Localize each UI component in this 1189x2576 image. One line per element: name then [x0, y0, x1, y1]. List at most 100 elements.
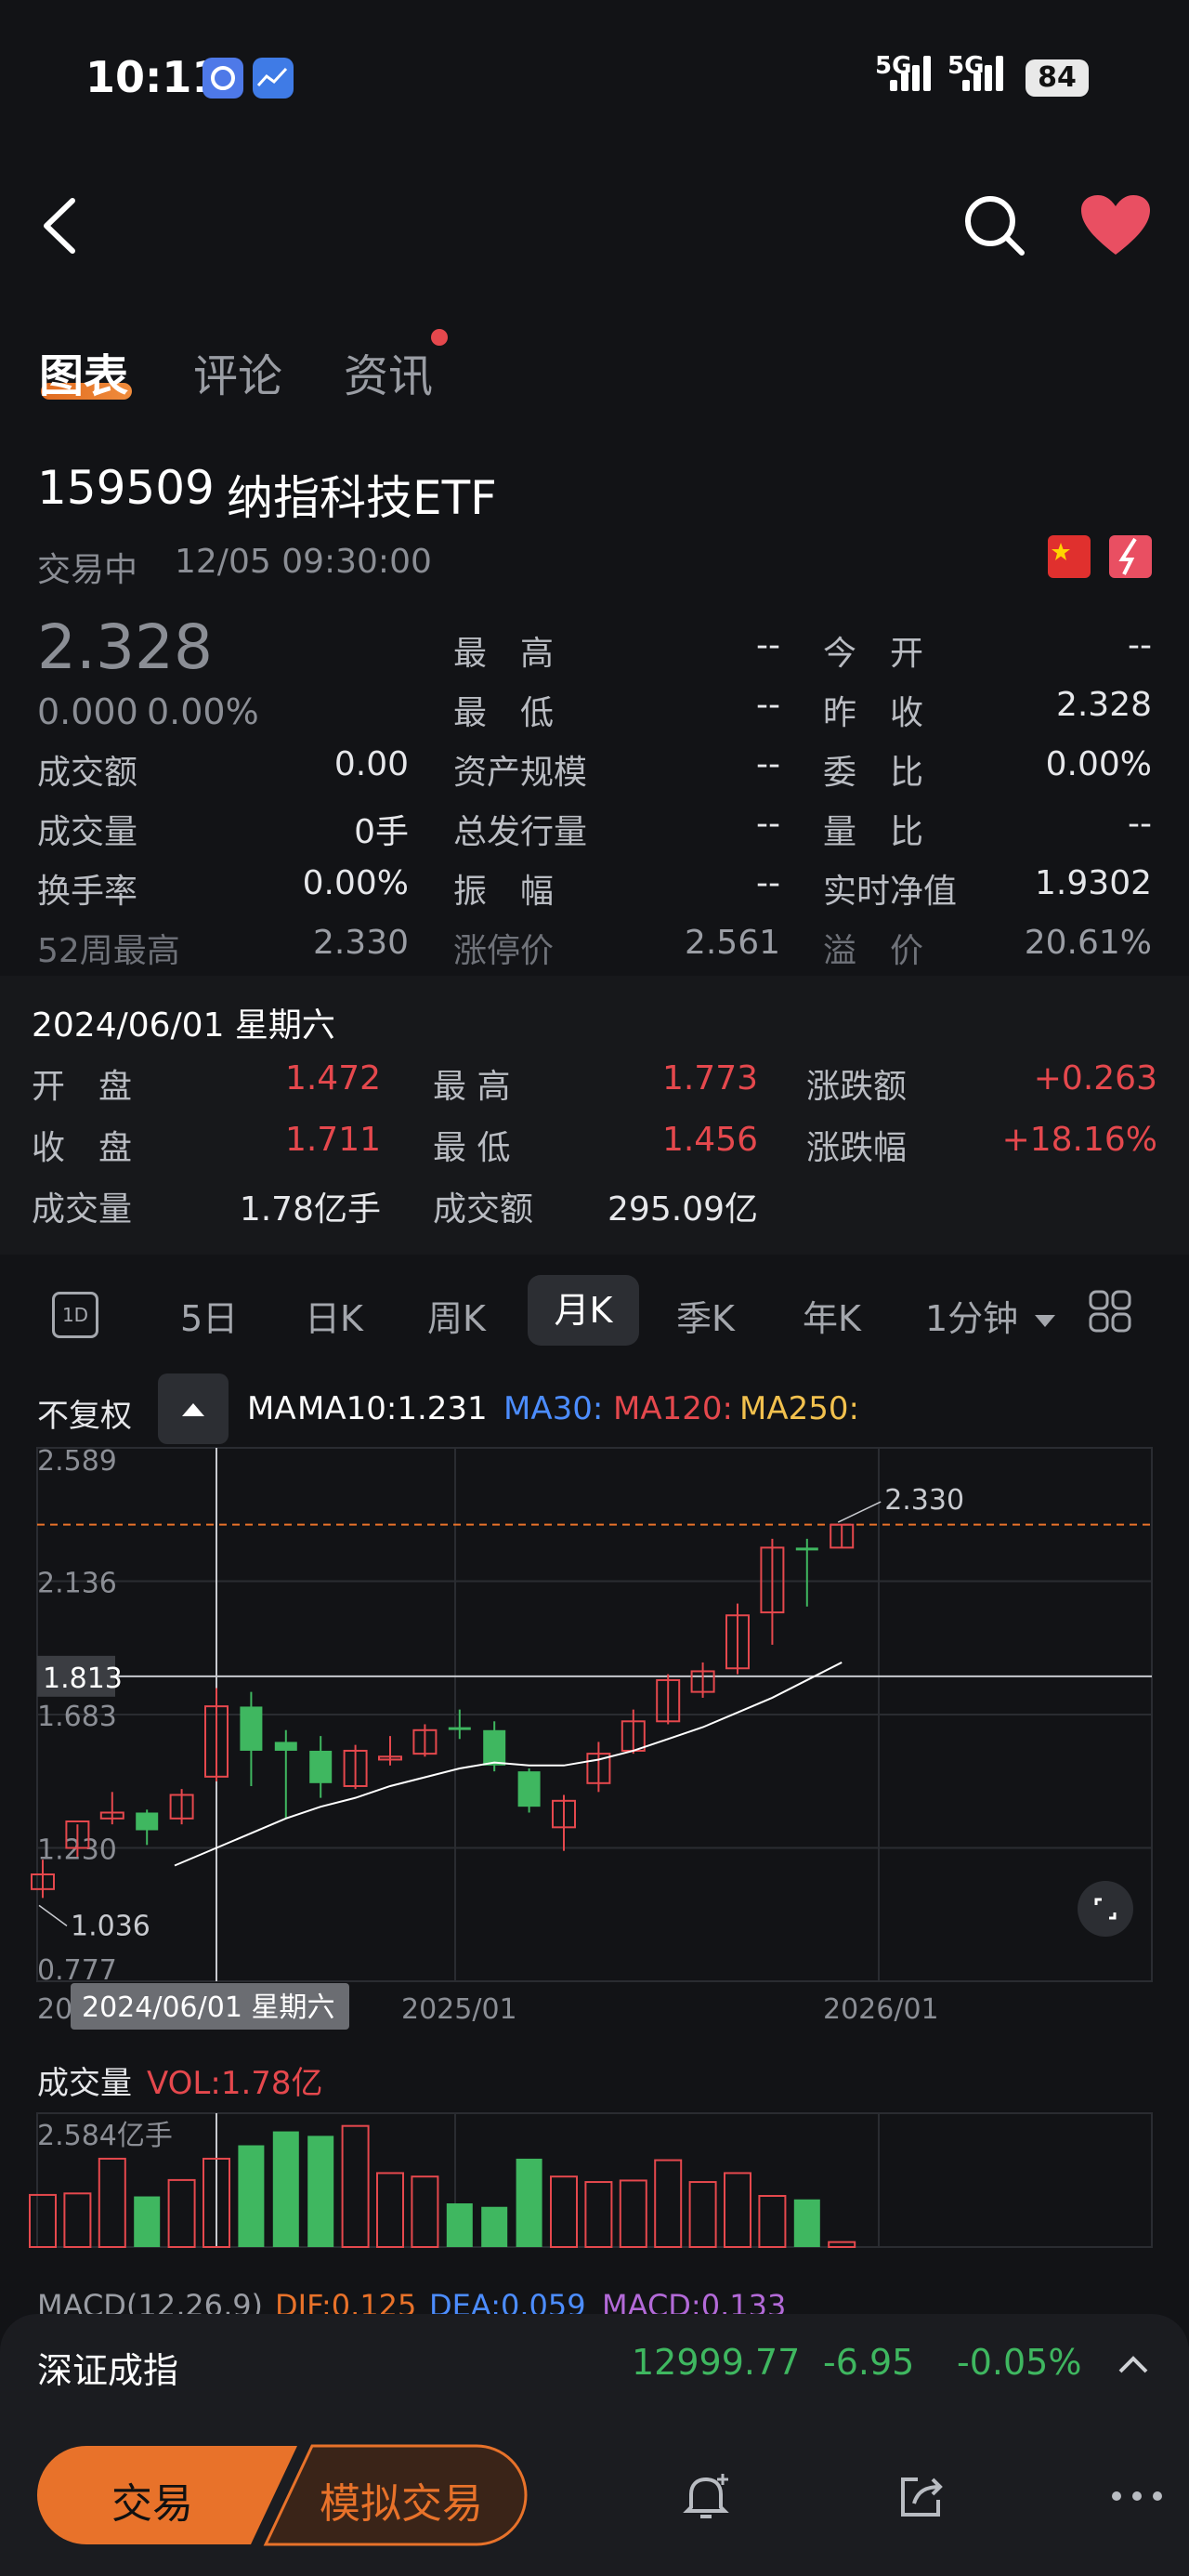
detail-high-value: 1.773	[661, 1059, 758, 1097]
detail-open-label: 开 盘	[32, 1068, 133, 1106]
signal-bars-1-icon	[890, 56, 934, 97]
week52-high-value: 2.330	[312, 924, 409, 962]
detail-chg-pct-label: 涨跌幅	[806, 1129, 908, 1167]
mock-trade-button[interactable]: 模拟交易	[320, 2470, 483, 2530]
volume-bar	[550, 2175, 578, 2248]
open-label: 今 开	[823, 635, 924, 673]
favorite-heart-icon[interactable]	[1079, 193, 1152, 262]
volume-bar	[446, 2203, 473, 2247]
prev-close-label: 昨 收	[823, 694, 924, 732]
detail-open-value: 1.472	[284, 1059, 381, 1097]
price-alert-bell-icon[interactable]	[678, 2468, 734, 2528]
volume-max-label: 2.584亿手	[37, 2120, 173, 2152]
ma10-line	[174, 1662, 843, 1867]
tab-news[interactable]: 资讯	[344, 339, 433, 404]
volume-bar	[272, 2131, 299, 2247]
amount-label: 成交额	[37, 754, 138, 792]
adjust-mode-label[interactable]: 不复权	[37, 1390, 132, 1436]
volume-ratio-label: 量 比	[823, 813, 924, 851]
china-flag-icon	[1048, 535, 1091, 578]
signal-bars-2-icon	[962, 56, 1007, 97]
candle-body	[795, 1547, 818, 1551]
volume-bar	[29, 2193, 57, 2248]
more-options-icon[interactable]	[1109, 2477, 1165, 2518]
volume-title: 成交量	[37, 2065, 132, 2102]
detail-close-value: 1.711	[284, 1121, 381, 1159]
detail-low-label: 最 低	[433, 1129, 511, 1167]
order-ratio-value: 0.00%	[1045, 745, 1152, 783]
grid-menu-icon[interactable]	[1089, 1290, 1131, 1336]
status-time: 10:11	[85, 52, 222, 102]
premium-value: 20.61%	[1024, 924, 1152, 962]
high-label: 最 高	[453, 635, 555, 673]
x-tick-label: 20	[37, 1993, 72, 2026]
candle-body	[240, 1706, 263, 1751]
volume-bar	[411, 2175, 439, 2248]
volume-bar	[307, 2136, 334, 2247]
tab-week-k[interactable]: 周K	[427, 1290, 486, 1341]
chevron-down-icon	[1035, 1314, 1056, 1327]
open-value: --	[1128, 626, 1152, 664]
tab-comments[interactable]: 评论	[193, 339, 282, 404]
quote-datetime: 12/05 09:30:00	[175, 543, 432, 581]
back-icon[interactable]	[35, 195, 82, 260]
limit-up-value: 2.561	[684, 924, 780, 962]
tab-quarter-k[interactable]: 季K	[676, 1290, 735, 1341]
tab-minute-dropdown[interactable]: 1分钟	[925, 1290, 1056, 1341]
asset-size-label: 资产规模	[453, 754, 588, 792]
index-ticker-value: 12999.77	[632, 2342, 801, 2383]
volume-bar	[584, 2181, 613, 2248]
detail-date: 2024/06/01 星期六	[32, 1006, 335, 1045]
candle-body	[448, 1727, 471, 1730]
tab-5day[interactable]: 5日	[180, 1290, 238, 1341]
detail-amt-label: 成交额	[433, 1190, 534, 1229]
bottom-sheet: 深证成指 12999.77 -6.95 -0.05% 交易 模拟交易	[0, 2314, 1189, 2576]
amplitude-value: --	[756, 864, 780, 902]
volume-bar	[63, 2192, 92, 2248]
volume-bar	[98, 2157, 126, 2248]
candle-body	[274, 1741, 297, 1751]
low-label: 最 低	[453, 694, 555, 732]
premium-label: 溢 价	[823, 932, 924, 970]
trade-button[interactable]: 交易	[111, 2470, 193, 2530]
tab-day-k[interactable]: 日K	[305, 1290, 363, 1341]
intraday-1d-button[interactable]: 1D	[52, 1292, 98, 1338]
volume-bar	[376, 2172, 404, 2248]
turnover-label: 换手率	[37, 873, 138, 911]
tab-chart[interactable]: 图表	[39, 339, 128, 404]
crosshair-date-label: 2024/06/01 星期六	[82, 1991, 334, 2024]
volume-value: 0手	[354, 813, 409, 851]
detail-vol-value: 1.78亿手	[239, 1190, 381, 1229]
app-notification-icon	[203, 58, 243, 99]
volume-chart[interactable]: 2.584亿手	[0, 2109, 1189, 2258]
amount-value: 0.00	[333, 745, 409, 783]
share-icon[interactable]	[894, 2468, 949, 2528]
volume-bar	[793, 2199, 820, 2247]
ma250-label: MA250:	[739, 1390, 859, 1427]
volume-bar	[724, 2172, 751, 2248]
detail-amt-value: 295.09亿	[608, 1190, 758, 1229]
tab-month-k[interactable]: 月K	[528, 1275, 639, 1346]
last-price: 2.328	[37, 611, 213, 683]
min-annotation-label: 1.036	[71, 1910, 150, 1942]
expand-up-icon[interactable]	[1115, 2346, 1152, 2386]
volume-bar	[238, 2145, 265, 2247]
max-annotation-leader	[837, 1501, 882, 1523]
candlestick-chart[interactable]: 2.5892.1361.6831.2300.7771.8132.3301.036…	[0, 1431, 1189, 2044]
candle-body	[136, 1812, 159, 1831]
search-icon[interactable]	[962, 193, 1027, 262]
volume-bar	[688, 2181, 717, 2248]
order-ratio-label: 委 比	[823, 754, 924, 792]
total-issue-value: --	[756, 805, 780, 843]
fullscreen-icon[interactable]	[1078, 1881, 1133, 1937]
index-ticker-name[interactable]: 深证成指	[37, 2342, 178, 2393]
news-badge-dot	[431, 329, 448, 346]
volume-bar	[167, 2178, 196, 2248]
week52-high-label: 52周最高	[37, 932, 180, 970]
y-tick-label: 2.136	[37, 1568, 117, 1600]
margin-trading-icon	[1109, 535, 1152, 578]
tab-year-k[interactable]: 年K	[803, 1290, 861, 1341]
nav-label: 实时净值	[823, 873, 958, 911]
candle-body	[483, 1729, 506, 1766]
prev-close-value: 2.328	[1055, 686, 1152, 724]
